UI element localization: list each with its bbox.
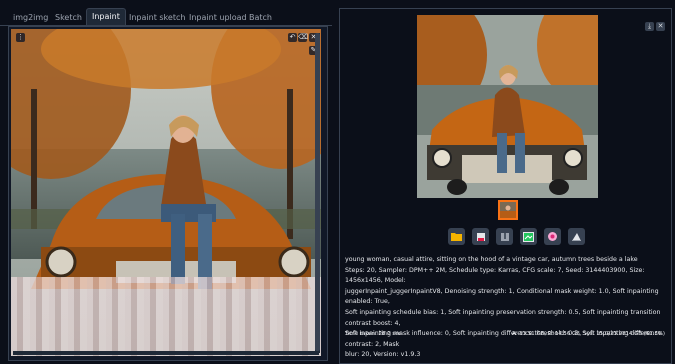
prompt-text: young woman, casual attire, sitting on t…	[345, 256, 638, 263]
clear-icon[interactable]: ⌫	[298, 33, 308, 42]
inpaint-mask	[11, 277, 321, 356]
horizontal-scrollbar[interactable]	[13, 351, 319, 355]
params-line-2: juggerInpaint_juggerInpaintV8, Denoising…	[345, 287, 659, 306]
output-thumbnail[interactable]	[498, 200, 518, 220]
tab-inpaint-upload[interactable]: Inpaint upload	[184, 10, 252, 25]
send-to-inpaint-icon[interactable]	[544, 228, 561, 245]
folder-icon[interactable]	[448, 228, 465, 245]
tab-sketch[interactable]: Sketch	[50, 10, 87, 25]
download-icon[interactable]: ⤓	[645, 22, 654, 31]
output-panel: ⤓ ✕ young woman, casual attire, sitting …	[339, 8, 672, 364]
tab-img2img[interactable]: img2img	[8, 10, 53, 25]
inpaint-canvas[interactable]: ⋮ ↶ ⌫ ✕ ✎	[11, 29, 321, 356]
zip-icon[interactable]	[496, 228, 513, 245]
performance-footer: Time taken: 28.2 sec. A: 13.51 GB, R: 14…	[345, 331, 667, 337]
close-icon[interactable]: ✕	[656, 22, 665, 31]
generation-info: young woman, casual attire, sitting on t…	[345, 255, 667, 361]
output-controls: ⤓ ✕	[643, 13, 665, 32]
params-line-1: Steps: 20, Sampler: DPM++ 2M, Schedule t…	[345, 266, 645, 285]
params-line-5: blur: 20, Version: v1.9.3	[345, 351, 421, 359]
send-to-img2img-icon[interactable]	[520, 228, 537, 245]
brush-icon[interactable]: ⋮	[16, 33, 25, 42]
vertical-scrollbar[interactable]	[315, 33, 320, 353]
scrollbar-thumb[interactable]	[315, 33, 320, 351]
output-image[interactable]	[417, 15, 598, 198]
tab-batch[interactable]: Batch	[244, 10, 277, 25]
params-line-3: Soft inpainting schedule bias: 1, Soft i…	[345, 308, 661, 327]
inpaint-canvas-panel: ⋮ ↶ ⌫ ✕ ✎	[8, 26, 328, 361]
vram-usage: A: 13.51 GB, R: 14.56 GB, Sys: 15.0/23.9…	[512, 331, 665, 337]
time-taken: Time taken: 28.2 sec.	[345, 331, 404, 337]
tab-inpaint[interactable]: Inpaint	[86, 8, 126, 25]
tab-inpaint-sketch[interactable]: Inpaint sketch	[124, 10, 190, 25]
send-to-extras-icon[interactable]	[568, 228, 585, 245]
undo-icon[interactable]: ↶	[288, 33, 297, 42]
save-icon[interactable]	[472, 228, 489, 245]
